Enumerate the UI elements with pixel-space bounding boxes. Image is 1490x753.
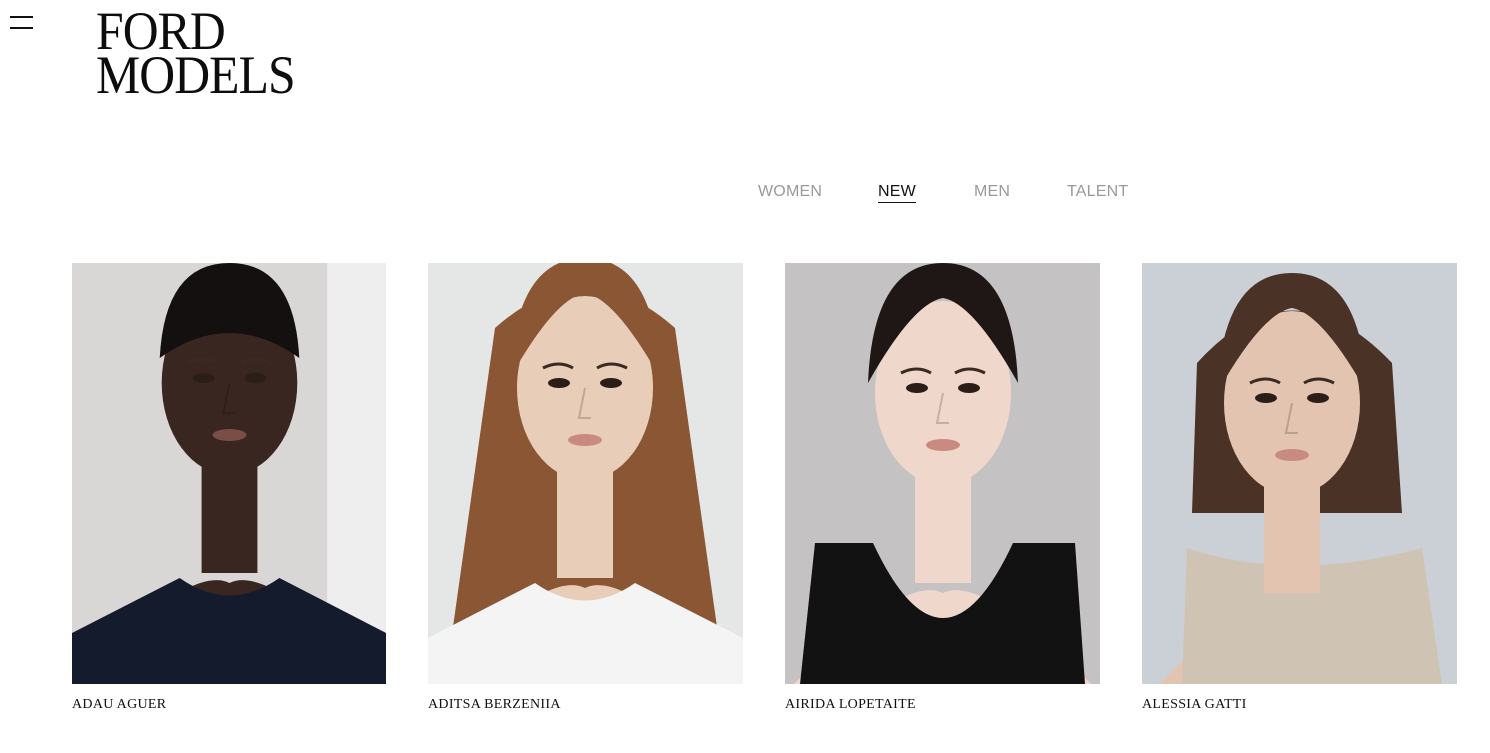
model-card[interactable]: ADAU AGUER	[72, 263, 386, 713]
eye-right	[244, 373, 267, 383]
ford-models-logo[interactable]: FORD MODELS	[96, 4, 296, 105]
model-card[interactable]: AIRIDA LOPETAITE	[785, 263, 1100, 713]
nav-women[interactable]: WOMEN	[758, 183, 822, 201]
menu-bar-bottom	[10, 27, 33, 29]
eye-left	[1255, 393, 1277, 403]
eye-left	[906, 383, 928, 393]
eye-left	[548, 378, 570, 388]
model-photo[interactable]	[785, 263, 1100, 684]
nav-new[interactable]: NEW	[878, 183, 916, 203]
nav-talent[interactable]: TALENT	[1067, 183, 1128, 201]
model-name[interactable]: ALESSIA GATTI	[1142, 697, 1457, 713]
lips	[212, 429, 247, 441]
model-name[interactable]: AIRIDA LOPETAITE	[785, 697, 1100, 713]
model-card[interactable]: ALESSIA GATTI	[1142, 263, 1457, 713]
lips	[926, 439, 960, 451]
menu-bar-top	[10, 16, 33, 18]
hamburger-menu-icon[interactable]	[10, 14, 34, 32]
logo-line-2: MODELS	[96, 45, 296, 105]
model-name[interactable]: ADAU AGUER	[72, 697, 386, 713]
nav-men[interactable]: MEN	[974, 183, 1010, 201]
eye-right	[600, 378, 622, 388]
model-card[interactable]: ADITSA BERZENIIA	[428, 263, 743, 713]
lips	[1275, 449, 1309, 461]
model-name[interactable]: ADITSA BERZENIIA	[428, 697, 743, 713]
eye-right	[958, 383, 980, 393]
model-photo[interactable]	[72, 263, 386, 684]
eye-right	[1307, 393, 1329, 403]
lips	[568, 434, 602, 446]
model-photo[interactable]	[428, 263, 743, 684]
eye-left	[192, 373, 215, 383]
model-photo[interactable]	[1142, 263, 1457, 684]
